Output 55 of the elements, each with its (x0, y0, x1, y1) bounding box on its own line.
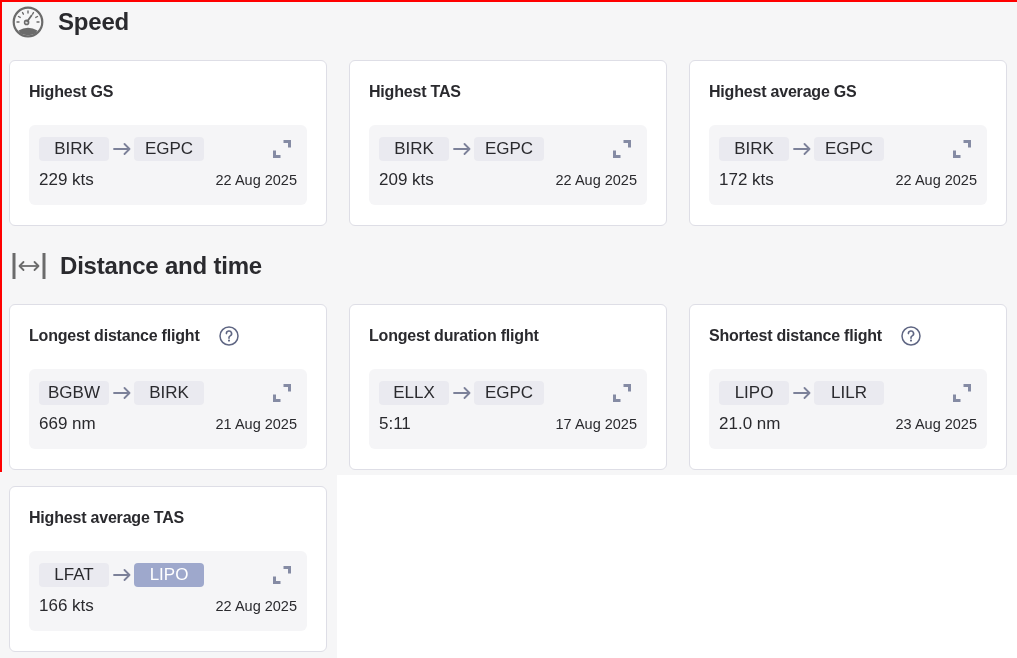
arrow-icon (113, 569, 131, 581)
card-title: Highest average TAS (29, 509, 185, 527)
card-title: Longest duration flight (369, 327, 539, 345)
section-title: Distance and time (60, 252, 262, 280)
record-value: 166 kts (39, 596, 94, 616)
airport-chip: EGPC (134, 137, 204, 161)
flight-date: 23 Aug 2025 (895, 416, 977, 432)
airport-chip: ELLX (379, 381, 449, 405)
card-title: Longest distance flight (29, 327, 200, 345)
arrow-icon (793, 387, 811, 399)
arrow-icon (453, 143, 471, 155)
expand-icon[interactable] (953, 140, 971, 158)
airport-chip: EGPC (474, 381, 544, 405)
record-value: 229 kts (39, 170, 94, 190)
help-icon[interactable] (901, 326, 921, 346)
airport-chip: LILR (814, 381, 884, 405)
flight-date: 22 Aug 2025 (895, 172, 977, 188)
expand-icon[interactable] (613, 384, 631, 402)
expand-icon[interactable] (273, 566, 291, 584)
card-title: Highest GS (29, 83, 114, 101)
expand-icon[interactable] (953, 384, 971, 402)
airport-chip: LIPO (719, 381, 789, 405)
record-value: 5:11 (379, 414, 411, 434)
expand-icon[interactable] (613, 140, 631, 158)
double-arrow-icon (12, 251, 46, 281)
airport-chip: BIRK (39, 137, 109, 161)
arrow-icon (453, 387, 471, 399)
arrow-icon (113, 387, 131, 399)
airport-chip: BGBW (39, 381, 109, 405)
card-title: Shortest distance flight (709, 327, 882, 345)
airport-chip: BIRK (719, 137, 789, 161)
help-icon[interactable] (218, 326, 239, 346)
flight-date: 21 Aug 2025 (215, 416, 297, 432)
record-value: 209 kts (379, 170, 434, 190)
record-value: 172 kts (719, 170, 774, 190)
arrow-icon (113, 143, 131, 155)
card-title: Highest average GS (709, 83, 857, 101)
section-title: Speed (58, 8, 130, 36)
record-value: 21.0 nm (719, 414, 781, 434)
record-value: 669 nm (39, 414, 96, 434)
expand-icon[interactable] (273, 140, 291, 158)
expand-icon[interactable] (273, 384, 291, 402)
airport-chip: BIRK (134, 381, 204, 405)
airport-chip: LFAT (39, 563, 109, 587)
flight-date: 22 Aug 2025 (215, 172, 297, 188)
airport-chip: EGPC (814, 137, 884, 161)
airport-chip: BIRK (379, 137, 449, 161)
flight-date: 17 Aug 2025 (555, 416, 637, 432)
flight-date: 22 Aug 2025 (215, 598, 297, 614)
speedometer-icon (12, 6, 44, 38)
card-title: Highest TAS (369, 83, 461, 101)
flight-date: 22 Aug 2025 (555, 172, 637, 188)
airport-chip: EGPC (474, 137, 544, 161)
arrow-icon (793, 143, 811, 155)
airport-chip: LIPO (134, 563, 204, 587)
